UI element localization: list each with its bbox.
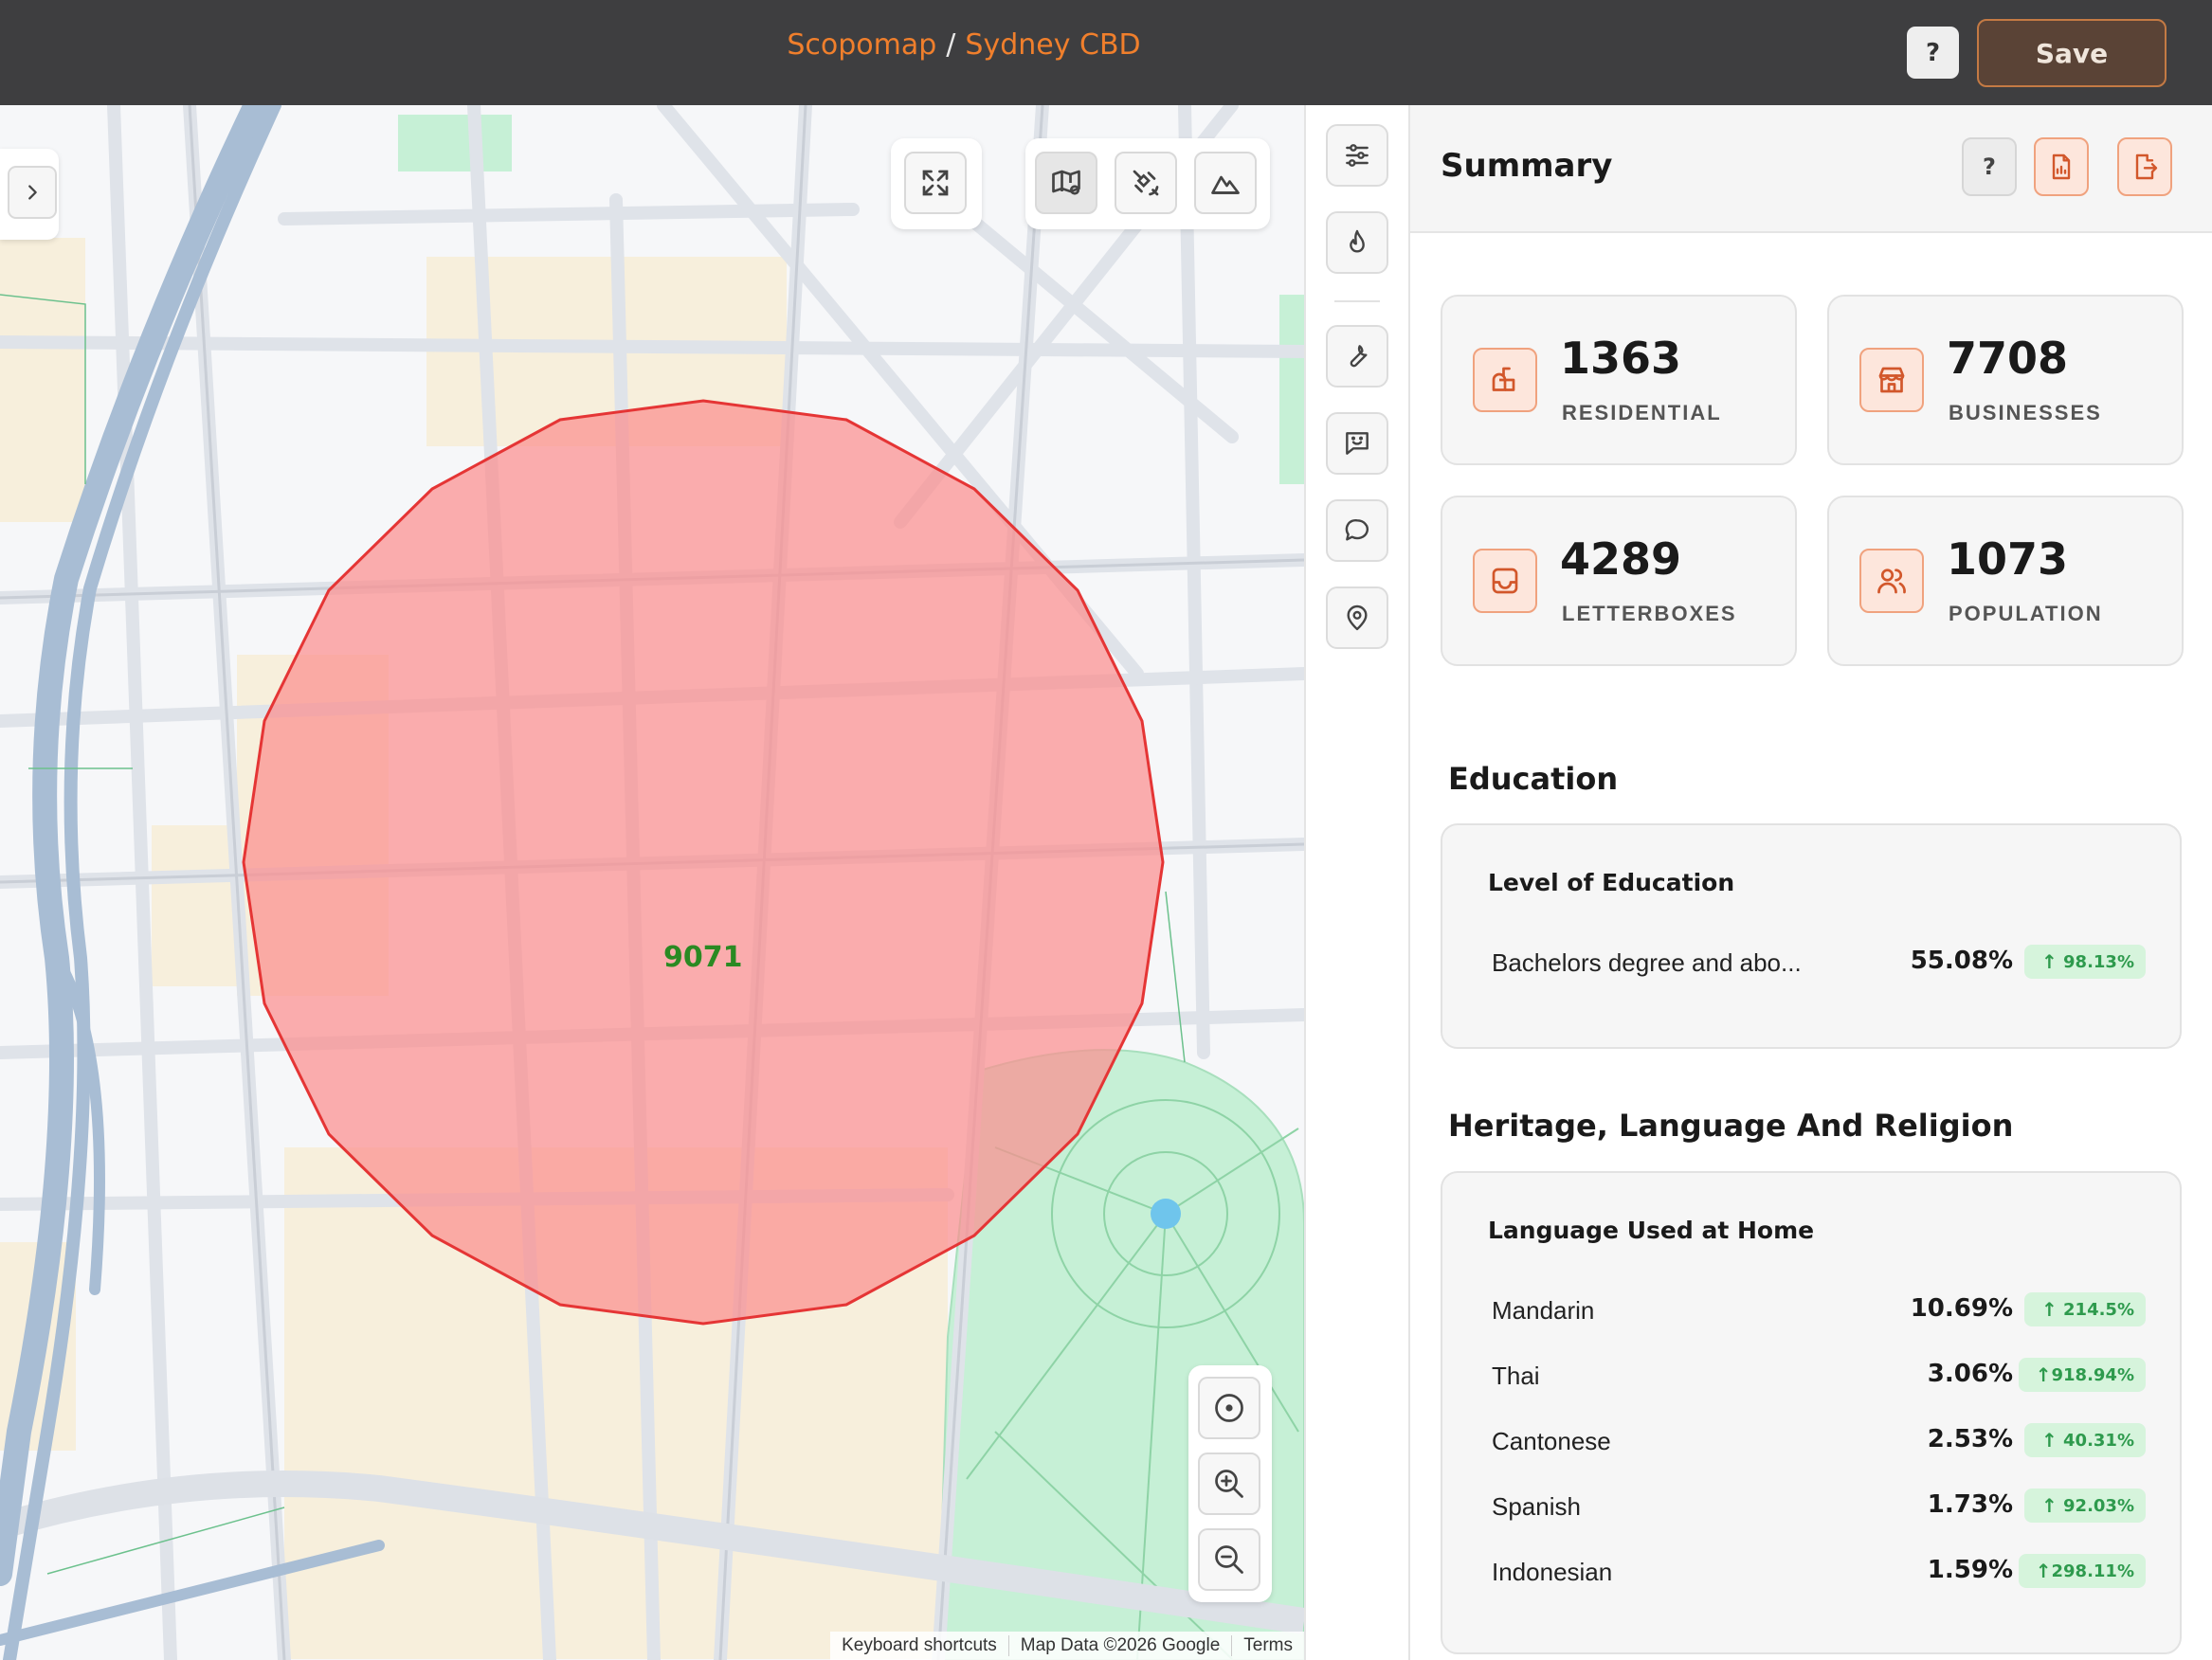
- panel-toggle[interactable]: [0, 149, 59, 240]
- stat-value: 1073: [1947, 533, 2069, 585]
- arrow-up-icon: ↑: [2035, 1560, 2052, 1582]
- store-icon: [1859, 348, 1924, 412]
- arrow-up-icon: ↑: [2041, 1429, 2058, 1452]
- arrow-up-icon: ↑: [2041, 1298, 2058, 1321]
- change-value: 92.03%: [2063, 1495, 2134, 1516]
- item-percent: 10.69%: [1910, 1294, 2013, 1323]
- top-bar: Scopomap / Sydney CBD ? Save: [0, 0, 2212, 105]
- arrow-up-icon: ↑: [2041, 1494, 2058, 1517]
- stat-label: POPULATION: [1949, 602, 2103, 625]
- satellite-icon[interactable]: [1115, 152, 1177, 214]
- change-badge: ↑ 918.94%: [2018, 1358, 2146, 1392]
- report-icon[interactable]: [2034, 137, 2089, 196]
- help-button[interactable]: ?: [1907, 27, 1959, 79]
- item-name: Mandarin: [1492, 1296, 1595, 1325]
- polygon-label: 9071: [663, 941, 743, 974]
- rail-divider: [1334, 300, 1380, 302]
- stat-label: BUSINESSES: [1949, 401, 2102, 424]
- heritage-card: Language Used at Home Mandarin 10.69% ↑ 2…: [1441, 1171, 2182, 1654]
- map-attribution: Keyboard shortcuts Map Data ©2026 Google…: [830, 1632, 1304, 1660]
- item-name: Spanish: [1492, 1492, 1581, 1521]
- arrow-up-icon: ↑: [2041, 950, 2058, 973]
- inbox-icon: [1473, 549, 1537, 613]
- list-item: Cantonese 2.53% ↑ 40.31%: [1492, 1421, 2146, 1459]
- list-item: Spanish 1.73% ↑ 92.03%: [1492, 1487, 2146, 1525]
- change-value: 298.11%: [2051, 1561, 2135, 1581]
- map-base: [0, 105, 1304, 1660]
- map-pin-icon[interactable]: [1326, 586, 1388, 649]
- map-icon[interactable]: [1035, 152, 1097, 214]
- map-type-group: [1025, 138, 1270, 229]
- change-badge: ↑ 98.13%: [2024, 945, 2146, 979]
- map-data-credit: Map Data ©2026 Google: [1007, 1635, 1231, 1656]
- chevron-right-icon[interactable]: [8, 166, 57, 219]
- stat-value: 4289: [1560, 533, 1682, 585]
- change-value: 98.13%: [2063, 951, 2134, 972]
- terrain-icon[interactable]: [1194, 152, 1257, 214]
- education-card: Level of Education Bachelors degree and …: [1441, 823, 2182, 1049]
- item-percent: 1.73%: [1927, 1490, 2013, 1519]
- stat-card-residential: 1363 RESIDENTIAL: [1441, 295, 1797, 465]
- zoom-in-icon[interactable]: [1198, 1452, 1260, 1515]
- item-name: Cantonese: [1492, 1427, 1611, 1455]
- flame-icon[interactable]: [1326, 211, 1388, 274]
- item-percent: 55.08%: [1910, 947, 2013, 975]
- change-badge: ↑ 298.11%: [2018, 1554, 2146, 1588]
- panel-help-button[interactable]: ?: [1962, 137, 2017, 196]
- change-badge: ↑ 40.31%: [2024, 1423, 2146, 1457]
- item-percent: 3.06%: [1927, 1360, 2013, 1388]
- tool-rail: [1304, 105, 1410, 1660]
- zoom-out-icon[interactable]: [1198, 1528, 1260, 1591]
- item-name: Indonesian: [1492, 1558, 1613, 1586]
- change-badge: ↑ 92.03%: [2024, 1489, 2146, 1523]
- item-percent: 2.53%: [1927, 1425, 2013, 1453]
- stat-value: 1363: [1560, 333, 1682, 384]
- card-subtitle: Language Used at Home: [1488, 1217, 1815, 1244]
- item-percent: 1.59%: [1927, 1556, 2013, 1584]
- section-title-education: Education: [1448, 761, 1619, 797]
- stat-card-population: 1073 POPULATION: [1827, 496, 2184, 666]
- card-subtitle: Level of Education: [1488, 869, 1735, 896]
- breadcrumb-location[interactable]: Sydney CBD: [965, 28, 1140, 62]
- list-item: Mandarin 10.69% ↑ 214.5%: [1492, 1290, 2146, 1328]
- terms-link[interactable]: Terms: [1231, 1635, 1304, 1656]
- arrow-up-icon: ↑: [2035, 1363, 2052, 1386]
- item-name: Thai: [1492, 1362, 1540, 1390]
- change-value: 918.94%: [2051, 1364, 2135, 1385]
- keyboard-shortcuts-link[interactable]: Keyboard shortcuts: [830, 1635, 1008, 1656]
- list-item: Bachelors degree and abo... 55.08% ↑ 98.1…: [1492, 943, 2146, 981]
- expand-icon[interactable]: [904, 152, 967, 214]
- sliders-icon[interactable]: [1326, 124, 1388, 187]
- mailbox-icon: [1473, 348, 1537, 412]
- list-item: Thai 3.06% ↑ 918.94%: [1492, 1356, 2146, 1394]
- wrench-icon[interactable]: [1326, 325, 1388, 388]
- save-button[interactable]: Save: [1977, 19, 2167, 87]
- breadcrumb-app[interactable]: Scopomap: [787, 28, 936, 62]
- locate-icon[interactable]: [1198, 1377, 1260, 1439]
- panel-header: Summary ?: [1410, 105, 2212, 233]
- fullscreen-group: [891, 138, 982, 229]
- message-smile-icon[interactable]: [1326, 412, 1388, 475]
- change-value: 214.5%: [2063, 1299, 2134, 1320]
- panel-title: Summary: [1441, 147, 1613, 185]
- change-value: 40.31%: [2063, 1430, 2134, 1451]
- users-icon: [1859, 549, 1924, 613]
- list-item: Indonesian 1.59% ↑ 298.11%: [1492, 1552, 2146, 1590]
- stat-label: LETTERBOXES: [1562, 602, 1737, 625]
- change-badge: ↑ 214.5%: [2024, 1292, 2146, 1326]
- stat-label: RESIDENTIAL: [1562, 401, 1722, 424]
- drawn-polygon[interactable]: [242, 399, 1165, 1326]
- export-icon[interactable]: [2117, 137, 2172, 196]
- section-title-heritage: Heritage, Language And Religion: [1448, 1108, 2014, 1144]
- stat-value: 7708: [1947, 333, 2069, 384]
- summary-panel: Summary ? 1363 RESIDENTIAL 7708 BUSINESS…: [1410, 105, 2212, 1660]
- map-canvas[interactable]: 9071 Keyboard shortcuts Map Data ©2026 G…: [0, 105, 1304, 1660]
- breadcrumb-separator: /: [946, 28, 956, 62]
- breadcrumb: Scopomap / Sydney CBD: [0, 28, 1928, 62]
- item-name: Bachelors degree and abo...: [1492, 948, 1802, 977]
- chat-bubble-icon[interactable]: [1326, 499, 1388, 562]
- zoom-controls: [1188, 1365, 1272, 1602]
- stat-card-letterboxes: 4289 LETTERBOXES: [1441, 496, 1797, 666]
- stat-card-businesses: 7708 BUSINESSES: [1827, 295, 2184, 465]
